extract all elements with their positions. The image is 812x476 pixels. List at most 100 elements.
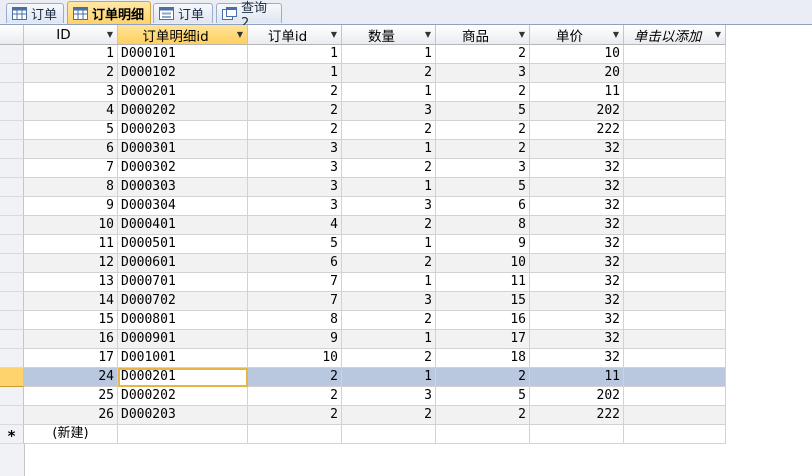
table-cell[interactable]: D000201: [118, 83, 248, 102]
record-selector[interactable]: [0, 140, 24, 159]
table-cell[interactable]: 2: [342, 311, 436, 330]
table-cell[interactable]: 10: [248, 349, 342, 368]
table-cell[interactable]: 5: [436, 102, 530, 121]
table-cell[interactable]: 3: [342, 102, 436, 121]
table-row[interactable]: 26 D000203 2 2 2 222: [0, 406, 726, 425]
record-selector[interactable]: [0, 102, 24, 121]
record-selector[interactable]: [0, 216, 24, 235]
tab-2[interactable]: 订单明细: [67, 1, 151, 24]
table-cell[interactable]: D000901: [118, 330, 248, 349]
table-cell[interactable]: 3: [436, 64, 530, 83]
table-cell[interactable]: 17: [436, 330, 530, 349]
add-column-cell[interactable]: [624, 121, 726, 140]
table-cell[interactable]: [248, 425, 342, 444]
table-cell[interactable]: D000702: [118, 292, 248, 311]
table-cell[interactable]: 10: [530, 45, 624, 64]
table-cell[interactable]: [530, 425, 624, 444]
column-header-2[interactable]: 订单明细id ▼: [118, 25, 248, 45]
dropdown-arrow-icon[interactable]: ▼: [103, 30, 117, 39]
table-cell[interactable]: 9: [436, 235, 530, 254]
add-column-cell[interactable]: [624, 254, 726, 273]
add-column-cell[interactable]: [624, 216, 726, 235]
table-cell[interactable]: 18: [436, 349, 530, 368]
table-row[interactable]: 25 D000202 2 3 5 202: [0, 387, 726, 406]
table-cell[interactable]: (新建): [24, 425, 118, 444]
table-cell[interactable]: 2: [248, 368, 342, 387]
table-cell[interactable]: 8: [436, 216, 530, 235]
table-cell[interactable]: D000303: [118, 178, 248, 197]
table-cell[interactable]: 24: [24, 368, 118, 387]
table-cell[interactable]: 11: [436, 273, 530, 292]
table-cell[interactable]: 2: [342, 216, 436, 235]
column-header-3[interactable]: 订单id ▼: [248, 25, 342, 45]
table-cell[interactable]: D000304: [118, 197, 248, 216]
table-cell[interactable]: 1: [342, 273, 436, 292]
dropdown-arrow-icon[interactable]: ▼: [609, 30, 623, 39]
table-cell[interactable]: D000203: [118, 121, 248, 140]
dropdown-arrow-icon[interactable]: ▼: [711, 30, 725, 39]
table-cell[interactable]: D000701: [118, 273, 248, 292]
table-cell[interactable]: 11: [530, 368, 624, 387]
table-cell[interactable]: 32: [530, 159, 624, 178]
table-cell[interactable]: 1: [24, 45, 118, 64]
dropdown-arrow-icon[interactable]: ▼: [515, 30, 529, 39]
table-cell[interactable]: 15: [436, 292, 530, 311]
record-selector[interactable]: [0, 83, 24, 102]
table-cell[interactable]: 2: [436, 121, 530, 140]
table-row[interactable]: 24 D000201 2 1 2 11: [0, 368, 726, 387]
table-cell[interactable]: 17: [24, 349, 118, 368]
table-cell[interactable]: 9: [24, 197, 118, 216]
table-cell[interactable]: 25: [24, 387, 118, 406]
table-cell[interactable]: 7: [248, 292, 342, 311]
record-selector[interactable]: [0, 406, 24, 425]
table-cell[interactable]: 32: [530, 140, 624, 159]
table-cell[interactable]: 2: [24, 64, 118, 83]
record-selector[interactable]: [0, 197, 24, 216]
table-row[interactable]: 1 D000101 1 1 2 10: [0, 45, 726, 64]
table-row[interactable]: 10 D000401 4 2 8 32: [0, 216, 726, 235]
add-column-cell[interactable]: [624, 425, 726, 444]
record-selector[interactable]: [0, 387, 24, 406]
add-column-cell[interactable]: [624, 387, 726, 406]
table-cell[interactable]: 7: [248, 273, 342, 292]
dropdown-arrow-icon[interactable]: ▼: [233, 30, 247, 39]
table-cell[interactable]: 4: [24, 102, 118, 121]
table-cell[interactable]: D000301: [118, 140, 248, 159]
column-header-1[interactable]: ID ▼: [24, 25, 118, 45]
table-row[interactable]: 3 D000201 2 1 2 11: [0, 83, 726, 102]
table-cell[interactable]: 32: [530, 273, 624, 292]
table-cell[interactable]: 5: [248, 235, 342, 254]
table-cell[interactable]: [118, 425, 248, 444]
table-cell[interactable]: 3: [342, 197, 436, 216]
table-row[interactable]: 8 D000303 3 1 5 32: [0, 178, 726, 197]
table-cell[interactable]: 3: [342, 292, 436, 311]
table-cell[interactable]: 5: [436, 178, 530, 197]
table-cell[interactable]: 202: [530, 387, 624, 406]
table-row[interactable]: 12 D000601 6 2 10 32: [0, 254, 726, 273]
table-cell[interactable]: 1: [342, 368, 436, 387]
table-cell[interactable]: D000302: [118, 159, 248, 178]
table-cell[interactable]: 32: [530, 178, 624, 197]
table-cell[interactable]: 11: [24, 235, 118, 254]
table-cell[interactable]: 2: [248, 406, 342, 425]
table-cell[interactable]: 15: [24, 311, 118, 330]
table-cell[interactable]: 20: [530, 64, 624, 83]
table-cell[interactable]: 12: [24, 254, 118, 273]
add-column-cell[interactable]: [624, 140, 726, 159]
table-cell[interactable]: 1: [248, 45, 342, 64]
add-column-cell[interactable]: [624, 197, 726, 216]
select-all-corner[interactable]: [0, 25, 24, 45]
add-column-cell[interactable]: [624, 102, 726, 121]
table-cell[interactable]: 3: [436, 159, 530, 178]
add-column-cell[interactable]: [624, 292, 726, 311]
table-row[interactable]: 14 D000702 7 3 15 32: [0, 292, 726, 311]
table-cell[interactable]: 16: [436, 311, 530, 330]
table-cell[interactable]: 222: [530, 121, 624, 140]
table-cell[interactable]: D000501: [118, 235, 248, 254]
table-cell[interactable]: [436, 425, 530, 444]
table-cell[interactable]: 32: [530, 292, 624, 311]
table-cell[interactable]: 32: [530, 311, 624, 330]
record-selector[interactable]: [0, 159, 24, 178]
table-cell[interactable]: D000401: [118, 216, 248, 235]
record-selector[interactable]: [0, 235, 24, 254]
